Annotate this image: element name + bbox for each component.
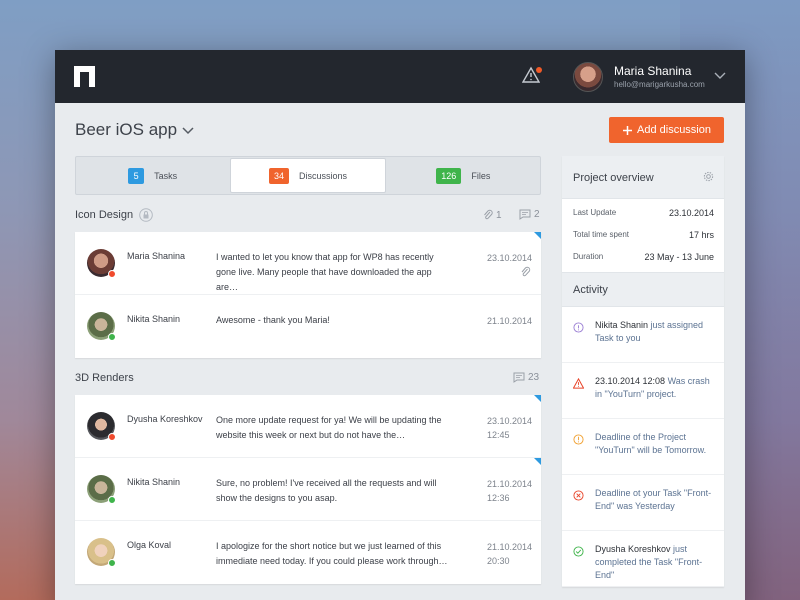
activity-text: Deadline ot your Task "Front-End" was Ye… <box>595 488 712 511</box>
files-count-badge: 126 <box>436 167 462 184</box>
tab-label: Tasks <box>154 170 178 181</box>
add-discussion-label: Add discussion <box>637 124 711 136</box>
message-date: 21.10.2014 20:30 <box>487 542 533 566</box>
add-discussion-button[interactable]: Add discussion <box>609 117 724 143</box>
info-icon <box>573 322 584 333</box>
comments-count: 23 <box>513 372 539 383</box>
discussion-list-icon-design: Maria Shanina I wanted to let you know t… <box>75 232 541 358</box>
overview-item: Total time spent 17 hrs <box>573 230 714 240</box>
activity-header: Activity <box>562 272 724 307</box>
discussion-list-3d-renders: Dyusha Koreshkov One more update request… <box>75 395 541 584</box>
comment-icon <box>519 209 531 220</box>
status-offline-dot <box>108 270 116 278</box>
alert-icon <box>573 434 584 445</box>
message-date: 23.10.2014 12:45 <box>487 416 533 440</box>
overview-item: Duration 23 May - 13 June <box>573 252 714 262</box>
message-preview: I wanted to let you know that app for WP… <box>216 252 434 292</box>
app-logo-icon[interactable] <box>74 66 95 87</box>
activity-item[interactable]: Nikita Shanin just assigned Task to you <box>562 307 724 363</box>
tab-tasks[interactable]: 5 Tasks <box>76 157 229 194</box>
section-title: 3D Renders <box>75 372 134 384</box>
unread-marker <box>534 395 541 402</box>
tab-label: Files <box>471 170 491 181</box>
message-preview: Sure, no problem! I've received all the … <box>216 478 437 503</box>
message-preview: One more update request for ya! We will … <box>216 415 442 440</box>
project-overview-header: Project overview <box>562 156 724 199</box>
section-header-icon-design: Icon Design 1 2 <box>75 208 541 224</box>
message-date: 21.10.2014 <box>487 316 533 326</box>
activity-item[interactable]: Dyusha Koreshkov just completed the Task… <box>562 531 724 587</box>
overview-list: Last Update 23.10.2014 Total time spent 17… <box>562 199 724 272</box>
check-icon <box>573 546 584 557</box>
plus-icon <box>623 125 632 135</box>
comment-icon <box>513 372 525 383</box>
discussion-row[interactable]: Nikita Shanin Sure, no problem! I've rec… <box>75 458 541 521</box>
message-date: 21.10.2014 12:36 <box>487 479 533 503</box>
project-chevron-down-icon[interactable] <box>181 123 195 137</box>
panel-title: Activity <box>573 284 608 296</box>
attachments-count: 1 <box>483 209 502 221</box>
notification-dot <box>536 67 542 73</box>
error-icon <box>573 490 584 501</box>
user-name: Maria Shanina <box>614 64 692 78</box>
status-online-dot <box>108 333 116 341</box>
lock-icon <box>139 208 153 222</box>
discussion-row[interactable]: Olga Koval I apologize for the short not… <box>75 521 541 584</box>
discussion-row[interactable]: Nikita Shanin Awesome - thank you Maria!… <box>75 295 541 358</box>
discussion-row[interactable]: Maria Shanina I wanted to let you know t… <box>75 232 541 295</box>
status-offline-dot <box>108 433 116 441</box>
discussions-count-badge: 34 <box>268 167 289 184</box>
author-name: Olga Koval <box>127 540 172 550</box>
section-header-3d-renders: 3D Renders 23 <box>75 371 541 387</box>
author-name: Nikita Shanin <box>127 314 181 324</box>
tab-files[interactable]: 126 Files <box>387 157 540 194</box>
paperclip-icon <box>521 266 531 277</box>
project-title[interactable]: Beer iOS app <box>75 120 177 140</box>
author-name: Dyusha Koreshkov <box>127 414 203 424</box>
unread-marker <box>534 458 541 465</box>
top-bar: Maria Shanina hello@marigarkusha.com <box>55 50 745 103</box>
activity-item[interactable]: 23.10.2014 12:08 Was crash in "YouTurn" … <box>562 363 724 419</box>
warning-icon <box>573 378 584 389</box>
panel-title: Project overview <box>573 172 654 184</box>
status-online-dot <box>108 559 116 567</box>
activity-item[interactable]: Deadline ot your Task "Front-End" was Ye… <box>562 475 724 531</box>
gear-icon[interactable] <box>703 171 714 182</box>
user-avatar[interactable] <box>573 62 603 92</box>
paperclip-icon <box>484 209 493 220</box>
message-preview: I apologize for the short notice but we … <box>216 541 448 566</box>
discussion-row[interactable]: Dyusha Koreshkov One more update request… <box>75 395 541 458</box>
overview-item: Last Update 23.10.2014 <box>573 208 714 218</box>
tab-label: Discussions <box>298 170 347 181</box>
tasks-count-badge: 5 <box>128 167 145 184</box>
message-preview: Awesome - thank you Maria! <box>216 315 330 325</box>
activity-text: Deadline of the Project "YouTurn" will b… <box>595 432 707 455</box>
activity-text: Nikita Shanin just assigned Task to you <box>595 320 704 343</box>
message-date: 23.10.2014 <box>487 253 533 263</box>
tab-discussions[interactable]: 34 Discussions <box>230 158 386 193</box>
author-name: Maria Shanina <box>127 251 186 261</box>
activity-text: 23.10.2014 12:08 Was crash in "YouTurn" … <box>595 376 710 399</box>
activity-item[interactable]: Deadline of the Project "YouTurn" will b… <box>562 419 724 475</box>
status-online-dot <box>108 496 116 504</box>
sidebar-panel: Project overview Last Update 23.10.2014 T… <box>562 156 724 587</box>
author-name: Nikita Shanin <box>127 477 181 487</box>
comments-count: 2 <box>519 209 540 220</box>
user-menu-chevron-down-icon[interactable] <box>713 68 727 82</box>
unread-marker <box>534 232 541 239</box>
section-title: Icon Design <box>75 209 134 221</box>
activity-text: Dyusha Koreshkov just completed the Task… <box>595 544 703 580</box>
tab-bar: 5 Tasks 34 Discussions 126 Files <box>75 156 541 195</box>
app-window: Maria Shanina hello@marigarkusha.com Bee… <box>55 50 745 600</box>
user-email: hello@marigarkusha.com <box>614 80 705 89</box>
